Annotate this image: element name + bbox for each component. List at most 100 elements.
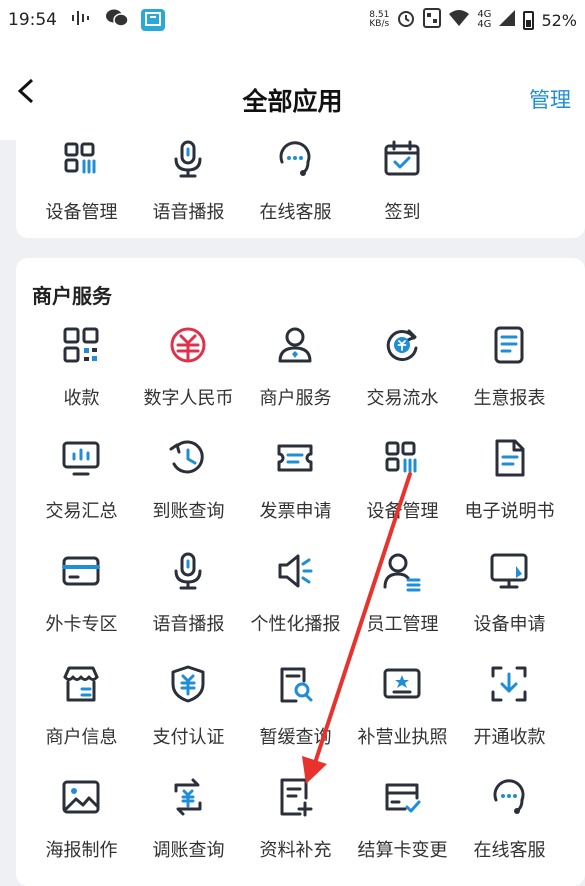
app-item-label: 收款 (63, 388, 100, 409)
device-grid-icon (381, 437, 423, 479)
app-item[interactable]: 交易流水 (349, 324, 456, 424)
app-item-label: 补营业执照 (357, 727, 448, 748)
page-title: 全部应用 (242, 87, 343, 116)
audio-wave-icon (71, 9, 93, 32)
license-icon (381, 663, 423, 705)
app-item[interactable]: 收款 (28, 324, 135, 424)
app-item-label: 员工管理 (366, 614, 439, 635)
wechat-icon (105, 8, 129, 33)
customer-service-icon (488, 776, 530, 818)
signal-icon (498, 9, 516, 31)
app-item-label: 外卡专区 (45, 614, 118, 635)
app-item[interactable]: 签到 (349, 138, 456, 238)
manage-button[interactable]: 管理 (529, 84, 571, 114)
app-item-label: 设备管理 (45, 202, 118, 223)
app-item[interactable]: 交易汇总 (28, 437, 135, 537)
app-item[interactable]: 在线客服 (456, 776, 563, 876)
battery-level: 52% (541, 10, 577, 30)
app-item[interactable]: 设备管理 (349, 437, 456, 537)
app-item[interactable]: 到账查询 (135, 437, 242, 537)
staff-icon (381, 550, 423, 592)
app-item-label: 设备申请 (473, 614, 546, 635)
terminal-icon (488, 550, 530, 592)
app-item[interactable]: 语音播报 (135, 550, 242, 650)
clock-refresh-icon (167, 437, 209, 479)
ticket-icon (274, 437, 316, 479)
app-item[interactable]: 员工管理 (349, 550, 456, 650)
app-item-label: 到账查询 (152, 501, 225, 522)
app-item[interactable]: 补营业执照 (349, 663, 456, 763)
card-icon (60, 550, 102, 592)
app-item-label: 支付认证 (152, 727, 225, 748)
monitor-chart-icon (60, 437, 102, 479)
app-item-label: 电子说明书 (464, 501, 555, 522)
app-item-label: 设备管理 (366, 501, 439, 522)
app-item[interactable]: 电子说明书 (456, 437, 563, 537)
speaker-icon (274, 550, 316, 592)
app-item[interactable]: 语音播报 (135, 138, 242, 238)
app-item-label: 结算卡变更 (357, 840, 448, 861)
app-item-label: 语音播报 (152, 614, 225, 635)
shield-yuan-icon (167, 663, 209, 705)
app-item[interactable]: 数字人民币 (135, 324, 242, 424)
app-item[interactable]: 在线客服 (242, 138, 349, 238)
image-icon (60, 776, 102, 818)
app-item-label: 商户信息 (45, 727, 118, 748)
common-apps-card: 设备管理 语音播报 在线客服 签到 (16, 128, 585, 238)
battery-icon (523, 10, 535, 30)
network-speed: 8.51 KB/s (369, 10, 390, 29)
digital-rmb-icon (167, 324, 209, 366)
app-item[interactable]: 开通收款 (456, 663, 563, 763)
app-item[interactable]: 生意报表 (456, 324, 563, 424)
yuan-cycle-icon (381, 324, 423, 366)
app-item[interactable]: 结算卡变更 (349, 776, 456, 876)
app-item-label: 开通收款 (473, 727, 546, 748)
app-item[interactable]: 商户服务 (242, 324, 349, 424)
app-item-label: 在线客服 (259, 202, 332, 223)
doc-add-icon (274, 776, 316, 818)
app-item-label: 商户服务 (259, 388, 332, 409)
device-grid-icon (60, 138, 102, 180)
app-item[interactable]: 发票申请 (242, 437, 349, 537)
app-item[interactable]: 资料补充 (242, 776, 349, 876)
app-item[interactable]: 个性化播报 (242, 550, 349, 650)
app-item[interactable]: 暂缓查询 (242, 663, 349, 763)
microphone-icon (167, 550, 209, 592)
app-item[interactable]: 外卡专区 (28, 550, 135, 650)
app-item-label: 语音播报 (152, 202, 225, 223)
app-item[interactable]: 设备申请 (456, 550, 563, 650)
app-item-label: 个性化播报 (250, 614, 341, 635)
report-icon (488, 324, 530, 366)
card-check-icon (381, 776, 423, 818)
status-bar: 19:54 8.51 KB/s 4G 4G 52% (0, 0, 585, 40)
app-item-label: 海报制作 (45, 840, 118, 861)
store-icon (60, 663, 102, 705)
alarm-icon (396, 8, 416, 32)
calendar-check-icon (381, 138, 423, 180)
section-title: 商户服务 (32, 284, 112, 308)
document-icon (488, 437, 530, 479)
exchange-yuan-icon (167, 776, 209, 818)
app-item-label: 签到 (384, 202, 421, 223)
doc-search-icon (274, 663, 316, 705)
app-item-label: 生意报表 (473, 388, 546, 409)
app-item[interactable]: 商户信息 (28, 663, 135, 763)
app-item-label: 发票申请 (259, 501, 332, 522)
customer-service-icon (274, 138, 316, 180)
merchant-services-card: 商户服务 收款 数字人民币 商户服务 交易流水 生意报表 交易汇总 到账查询 发票申请 设备管理… (16, 258, 585, 886)
app-item[interactable]: 支付认证 (135, 663, 242, 763)
app-item-label: 交易流水 (366, 388, 439, 409)
app-notification-icon (141, 9, 165, 31)
status-time: 19:54 (8, 10, 57, 30)
qr-code-icon (60, 324, 102, 366)
microphone-icon (167, 138, 209, 180)
app-item-label: 资料补充 (259, 840, 332, 861)
app-item[interactable]: 设备管理 (28, 138, 135, 238)
wifi-icon (448, 9, 470, 31)
signal-4g-label: 4G 4G (477, 9, 492, 30)
scan-download-icon (488, 663, 530, 705)
app-item-label: 暂缓查询 (259, 727, 332, 748)
app-item[interactable]: 海报制作 (28, 776, 135, 876)
nfc-icon (423, 8, 442, 32)
app-item[interactable]: 调账查询 (135, 776, 242, 876)
